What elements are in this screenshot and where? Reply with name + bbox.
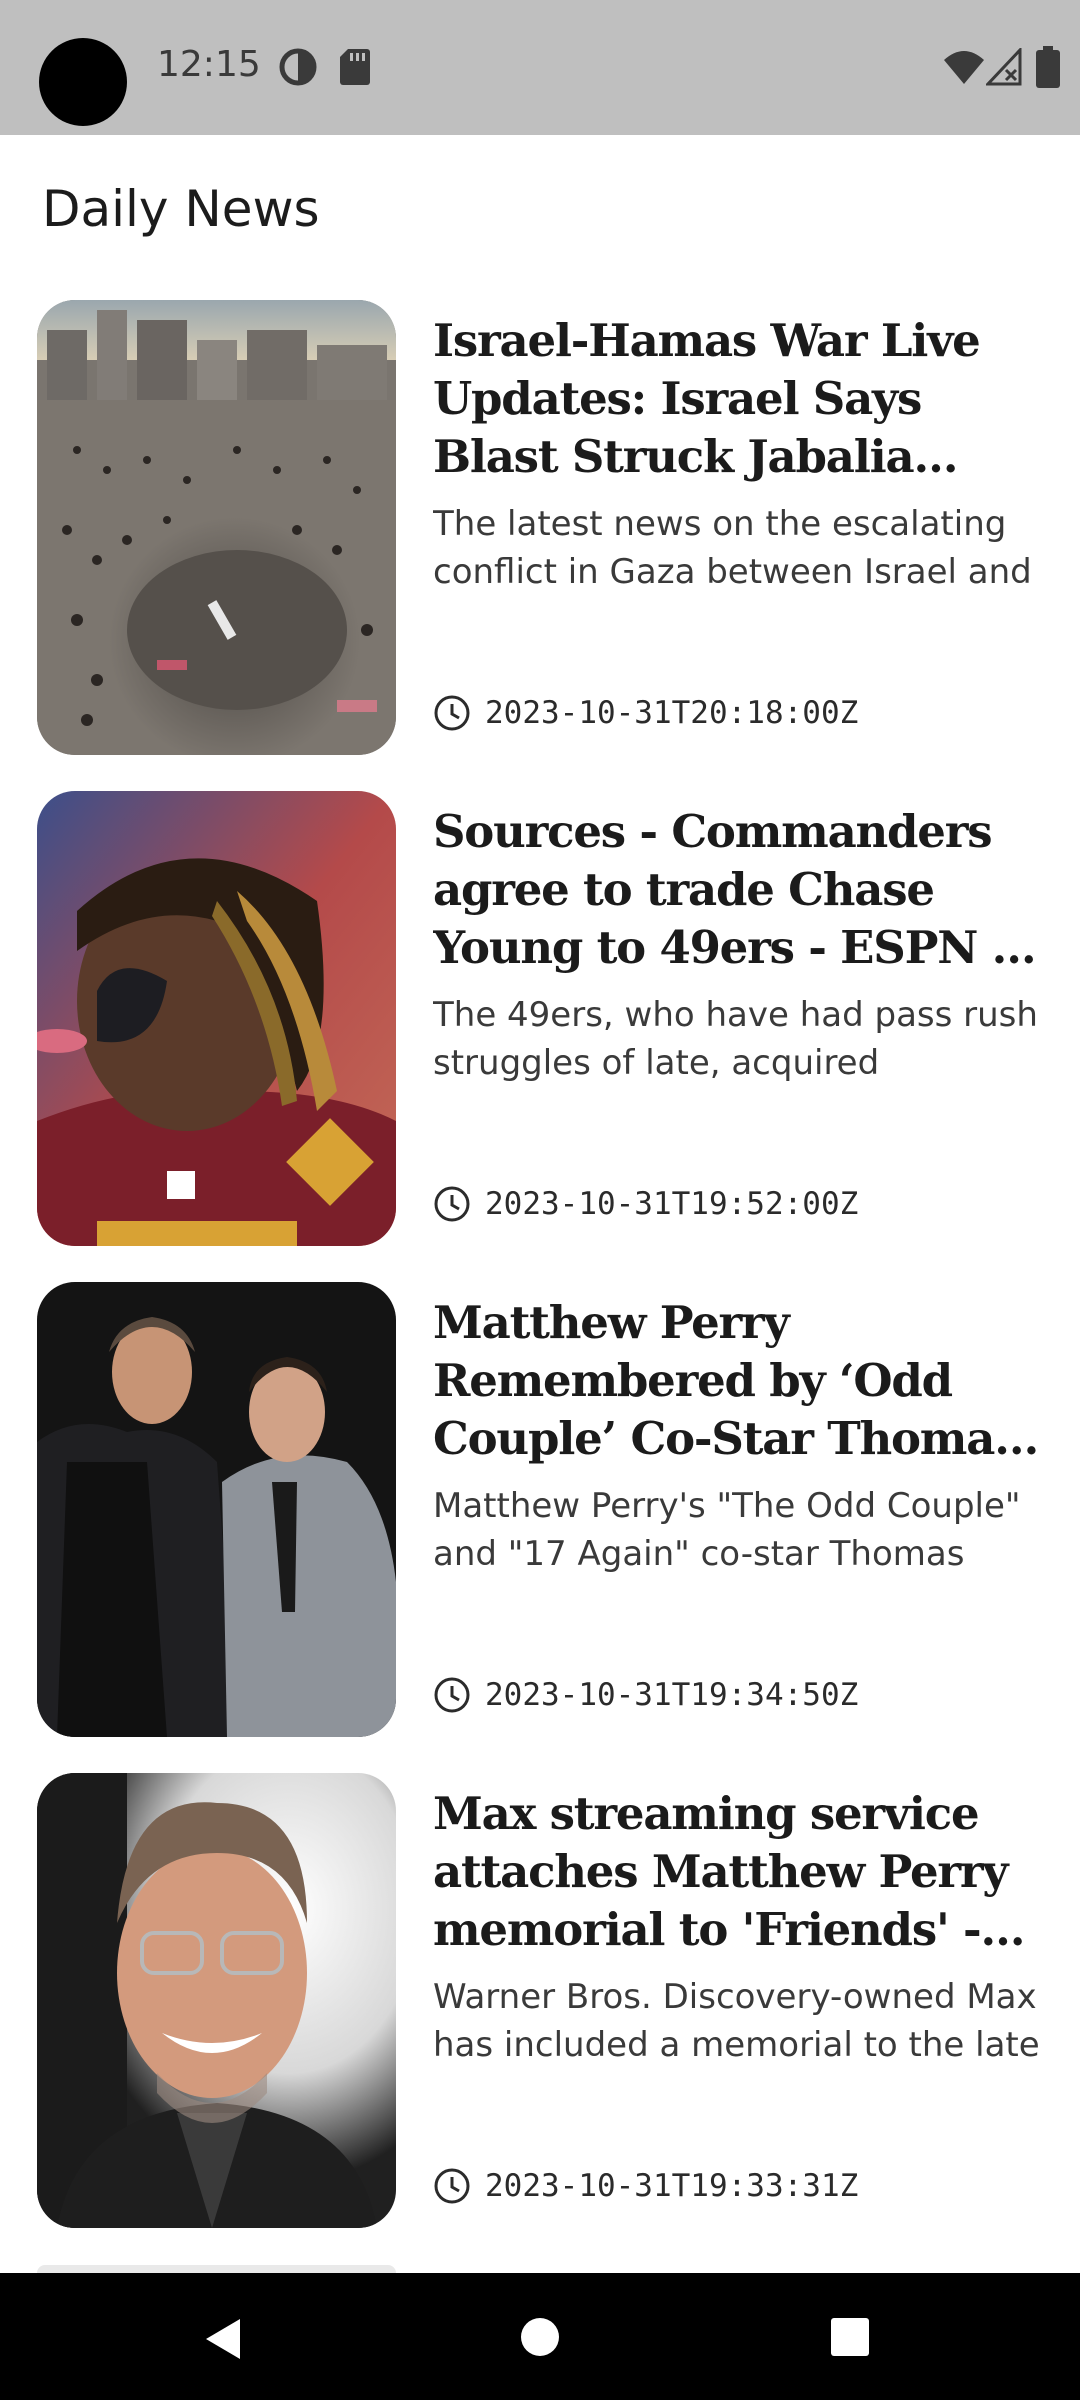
navigation-bar [0, 2273, 1080, 2400]
sd-card-icon [340, 49, 370, 85]
article-card[interactable]: Sources - Commanders agree to trade Chas… [0, 791, 1080, 1246]
home-icon[interactable] [518, 2315, 562, 2359]
next-article-thumbnail [37, 2265, 396, 2273]
article-time-row: 2023-10-31T19:52:00Z [433, 1183, 858, 1225]
article-thumbnail [37, 300, 396, 755]
camera-cutout [39, 38, 127, 126]
article-summary: The latest news on the escalating confli… [433, 504, 1032, 592]
article-timestamp: 2023-10-31T19:33:31Z [485, 2168, 859, 2204]
article-summary: Matthew Perry's "The Odd Couple" and "17… [433, 1486, 1021, 1574]
article-headline[interactable]: Israel-Hamas War Live Updates: Israel Sa… [433, 312, 1043, 486]
article-headline[interactable]: Matthew Perry Remembered by ‘Odd Couple’… [433, 1294, 1043, 1468]
article-card[interactable]: Matthew Perry Remembered by ‘Odd Couple’… [0, 1282, 1080, 1737]
article-time-row: 2023-10-31T19:34:50Z [433, 1674, 858, 1716]
status-bar: 12:15 [0, 0, 1080, 135]
article-thumbnail [37, 1773, 396, 2228]
signal-icon [986, 48, 1022, 86]
clock-icon [434, 2168, 470, 2204]
article-timestamp: 2023-10-31T20:18:00Z [485, 695, 859, 731]
wifi-icon [944, 51, 984, 84]
article-timestamp: 2023-10-31T19:34:50Z [485, 1677, 859, 1713]
battery-icon [1036, 46, 1060, 88]
article-summary: Warner Bros. Discovery-owned Max has inc… [433, 1977, 1040, 2065]
war-rubble-image [37, 300, 396, 755]
article-thumbnail [37, 791, 396, 1246]
football-player-image [37, 791, 396, 1246]
back-icon[interactable] [200, 2315, 248, 2363]
clock-icon [434, 1677, 470, 1713]
article-summary: The 49ers, who have had pass rush strugg… [433, 995, 1038, 1083]
two-men-image [37, 1282, 396, 1737]
data-saver-icon [279, 48, 317, 86]
article-card[interactable]: Max streaming service attaches Matthew P… [0, 1773, 1080, 2228]
article-time-row: 2023-10-31T19:33:31Z [433, 2165, 858, 2207]
article-timestamp: 2023-10-31T19:52:00Z [485, 1186, 859, 1222]
clock-icon [434, 1186, 470, 1222]
article-card[interactable]: Israel-Hamas War Live Updates: Israel Sa… [0, 300, 1080, 755]
page-title: Daily News [42, 180, 320, 238]
recents-icon[interactable] [828, 2315, 872, 2359]
status-time: 12:15 [157, 44, 261, 85]
article-time-row: 2023-10-31T20:18:00Z [433, 692, 858, 734]
clock-icon [434, 695, 470, 731]
article-headline[interactable]: Sources - Commanders agree to trade Chas… [433, 803, 1043, 977]
article-headline[interactable]: Max streaming service attaches Matthew P… [433, 1785, 1043, 1959]
article-thumbnail [37, 1282, 396, 1737]
portrait-image [37, 1773, 396, 2228]
